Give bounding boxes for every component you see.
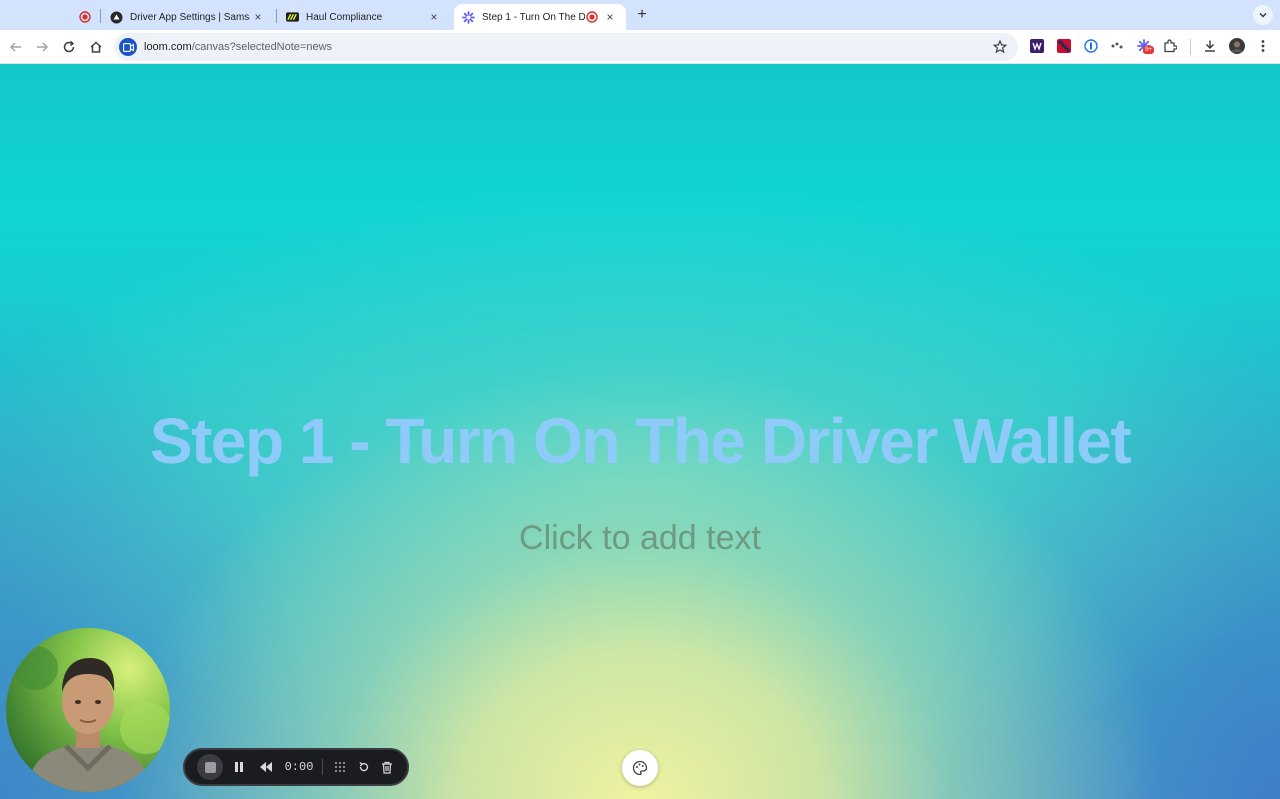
url-path: /canvas?selectedNote=news — [191, 41, 333, 53]
restart-icon — [359, 761, 369, 772]
browser-toolbar: loom.com/canvas?selectedNote=news 9+ — [0, 30, 1280, 64]
tab-separator — [276, 9, 277, 23]
close-icon[interactable]: × — [250, 9, 266, 25]
tab-haul-compliance[interactable]: Haul Compliance × — [278, 4, 450, 30]
bookmark-star-icon[interactable] — [990, 37, 1010, 57]
tab-title: Driver App Settings | Samsara — [130, 11, 250, 23]
url-host: loom.com — [144, 41, 192, 53]
timer-text: 0:00 — [284, 760, 314, 774]
controls-separator — [322, 759, 323, 775]
tab-strip: Driver App Settings | Samsara × Haul Com… — [0, 0, 1280, 30]
pause-button[interactable] — [229, 750, 249, 784]
trash-icon — [382, 761, 392, 774]
tab-separator — [100, 9, 101, 23]
address-bar[interactable]: loom.com/canvas?selectedNote=news — [114, 33, 1018, 61]
samsara-icon — [110, 11, 123, 24]
chevron-down-icon — [1259, 13, 1267, 18]
tab-loom-recording[interactable] — [70, 4, 98, 30]
delete-button[interactable] — [377, 750, 397, 784]
url-text[interactable]: loom.com/canvas?selectedNote=news — [144, 41, 990, 53]
extensions-puzzle-icon[interactable] — [1163, 39, 1177, 53]
new-tab-button[interactable]: + — [632, 5, 652, 25]
toolbar-separator — [1190, 39, 1191, 55]
tab-loom-canvas[interactable]: Step 1 - Turn On The Driver Wallet × — [454, 4, 626, 30]
download-icon[interactable] — [1203, 39, 1217, 53]
recording-timer: 0:00 — [282, 750, 316, 784]
restart-button[interactable] — [354, 750, 374, 784]
rewind-icon — [260, 762, 272, 772]
close-icon[interactable]: × — [602, 9, 618, 25]
pause-icon — [235, 762, 243, 772]
close-icon[interactable]: × — [426, 9, 442, 25]
haul-icon — [286, 11, 299, 24]
forward-button[interactable] — [32, 37, 52, 57]
password-manager-icon[interactable] — [1084, 39, 1098, 53]
profile-avatar[interactable] — [1229, 38, 1245, 54]
extension-badge: 9+ — [1143, 46, 1154, 54]
arrow-right-icon — [37, 42, 49, 52]
reload-button[interactable] — [59, 37, 79, 57]
tab-search-button[interactable] — [1253, 5, 1273, 25]
home-button[interactable] — [86, 37, 106, 57]
record-icon — [78, 11, 91, 24]
loom-canvas: Step 1 - Turn On The Driver Wallet Click… — [0, 64, 1280, 799]
dotted-grid-icon — [335, 762, 345, 772]
recording-controls: 0:00 — [183, 748, 409, 786]
recording-indicator-icon — [585, 11, 598, 24]
camera-feed-image — [6, 628, 170, 792]
blur-button[interactable] — [330, 750, 350, 784]
home-icon — [90, 41, 102, 53]
site-info-icon[interactable] — [119, 38, 137, 56]
theme-palette-button[interactable] — [622, 750, 658, 786]
extension-dots-icon[interactable] — [1110, 39, 1124, 53]
canvas-headline[interactable]: Step 1 - Turn On The Driver Wallet — [0, 404, 1280, 478]
stop-icon — [197, 754, 223, 780]
palette-icon — [632, 760, 648, 776]
tab-samsara[interactable]: Driver App Settings | Samsara × — [102, 4, 274, 30]
loom-extension-icon[interactable]: 9+ — [1137, 39, 1154, 54]
arrow-left-icon — [9, 42, 21, 52]
stop-button[interactable] — [197, 750, 223, 784]
reload-icon — [63, 40, 75, 53]
camera-bubble[interactable] — [6, 628, 170, 792]
canvas-add-text-placeholder[interactable]: Click to add text — [0, 519, 1280, 558]
extension-w-icon[interactable] — [1030, 39, 1044, 53]
loom-icon — [462, 10, 475, 24]
extension-red-icon[interactable] — [1057, 39, 1071, 53]
rewind-button[interactable] — [255, 750, 277, 784]
tab-title: Step 1 - Turn On The Driver Wallet — [482, 11, 585, 23]
tab-title: Haul Compliance — [306, 11, 383, 23]
kebab-menu-icon[interactable] — [1256, 39, 1270, 53]
back-button[interactable] — [6, 37, 26, 57]
